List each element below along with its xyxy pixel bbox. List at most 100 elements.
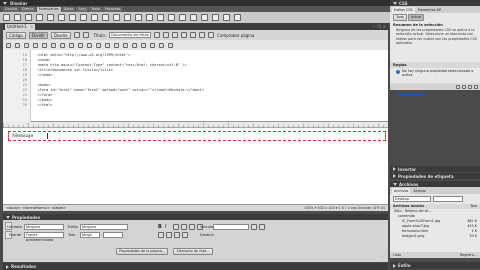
minimize-icon[interactable]: ‒	[373, 24, 376, 29]
collapse-selection-icon[interactable]	[33, 42, 38, 48]
tab-assets[interactable]: Activos	[411, 188, 427, 194]
syntax-coloring-icon[interactable]	[96, 42, 101, 48]
inspect-icon[interactable]	[82, 32, 89, 38]
apply-comment-icon[interactable]	[105, 42, 110, 48]
tab-files[interactable]: Archivos	[392, 188, 411, 194]
show-code-nav-icon[interactable]	[15, 42, 20, 48]
visual-aids-icon[interactable]	[190, 32, 197, 38]
tab-css-styles[interactable]: Estilos CSS	[392, 7, 415, 13]
align-left-icon[interactable]	[158, 232, 164, 238]
close-tab-icon[interactable]: ×	[30, 24, 33, 29]
ordered-list-icon[interactable]	[181, 224, 187, 230]
page-title-input[interactable]: Documento sin título	[109, 32, 152, 38]
results-panel-header[interactable]: Resultados	[3, 263, 388, 270]
code-view[interactable]: 15 <html xmlns="http://www.w3.org/1999/x…	[3, 50, 388, 122]
image-field-icon[interactable]	[113, 14, 120, 21]
restore-icon[interactable]: ❐	[377, 24, 381, 29]
insert-mode-label[interactable]: Diseñar	[10, 1, 27, 6]
italic-button[interactable]: I	[165, 224, 166, 230]
delete-rule-icon[interactable]	[474, 85, 478, 89]
spry-textarea-icon[interactable]	[179, 14, 186, 21]
design-view[interactable]: Mensaje	[3, 128, 388, 204]
spry-radio-icon[interactable]	[234, 14, 241, 21]
radio-icon[interactable]	[69, 14, 76, 21]
form-icon[interactable]	[3, 14, 10, 21]
file-field-icon[interactable]	[124, 14, 131, 21]
fieldset-icon[interactable]	[157, 14, 164, 21]
select-parent-icon[interactable]	[51, 42, 56, 48]
unordered-list-icon[interactable]	[173, 224, 179, 230]
text-field-icon[interactable]	[14, 14, 21, 21]
bold-button[interactable]: B	[158, 224, 162, 230]
collapse-triangle-icon[interactable]	[3, 1, 7, 5]
point-to-file-icon[interactable]	[251, 224, 257, 230]
close-icon[interactable]: ×	[383, 24, 386, 29]
check-page-button[interactable]: Comprobar página	[217, 33, 254, 38]
view-options-icon[interactable]	[181, 32, 188, 38]
open-docs-icon[interactable]	[6, 42, 11, 48]
spry-password-icon[interactable]	[212, 14, 219, 21]
hidden-field-icon[interactable]	[25, 14, 32, 21]
recent-snippets-icon[interactable]	[132, 42, 137, 48]
check-compat-icon[interactable]	[208, 32, 215, 38]
spry-checkbox-icon[interactable]	[190, 14, 197, 21]
move-css-icon[interactable]	[141, 42, 146, 48]
live-view-icon[interactable]	[73, 32, 80, 38]
spry-confirm-icon[interactable]	[223, 14, 230, 21]
add-property-link[interactable]: Añadir propiedad	[390, 89, 480, 95]
select-icon[interactable]	[91, 14, 98, 21]
spry-select-icon[interactable]	[201, 14, 208, 21]
all-button[interactable]: Todo	[393, 14, 407, 21]
size-select[interactable]: Ningu	[80, 232, 100, 238]
browse-folder-icon[interactable]	[259, 224, 265, 230]
line-numbers-icon[interactable]	[69, 42, 74, 48]
format-source-icon[interactable]	[168, 42, 173, 48]
align-right-icon[interactable]	[174, 232, 180, 238]
spry-text-icon[interactable]	[168, 14, 175, 21]
bottom-panel-header[interactable]: Estilo	[390, 262, 480, 269]
design-view-button[interactable]: Diseño	[50, 31, 71, 39]
refresh-icon[interactable]	[172, 32, 179, 38]
validate-icon[interactable]	[199, 32, 206, 38]
expand-all-icon[interactable]	[42, 42, 47, 48]
list-item-button[interactable]: Elemento de lista...	[173, 248, 213, 255]
balance-braces-icon[interactable]	[60, 42, 65, 48]
tab-ap-elements[interactable]: Elementos AP	[416, 7, 443, 13]
file-management-icon[interactable]	[154, 32, 161, 38]
site-select[interactable]: Desktop	[393, 196, 431, 202]
justify-icon[interactable]	[182, 232, 188, 238]
view-select[interactable]	[433, 196, 463, 202]
page-properties-button[interactable]: Propiedades de la página...	[116, 248, 168, 255]
font-select[interactable]: Fuente predeterminada	[24, 232, 64, 242]
edit-rule-icon[interactable]	[468, 85, 472, 89]
split-view-button[interactable]: Dividir	[28, 31, 48, 39]
label-icon[interactable]	[146, 14, 153, 21]
file-item[interactable]: Imagen1.png 39 K	[390, 234, 480, 239]
indent-icon[interactable]	[150, 42, 155, 48]
outdent-icon[interactable]	[159, 42, 164, 48]
style-select[interactable]: Ninguno	[80, 224, 128, 230]
highlight-invalid-icon[interactable]	[78, 42, 83, 48]
code-view-button[interactable]: Código	[6, 31, 26, 39]
attach-stylesheet-icon[interactable]	[456, 85, 460, 89]
jump-menu-icon[interactable]	[102, 14, 109, 21]
align-center-icon[interactable]	[166, 232, 172, 238]
button-icon[interactable]	[135, 14, 142, 21]
collapse-tag-icon[interactable]	[24, 42, 29, 48]
new-rule-icon[interactable]	[462, 85, 466, 89]
checkbox-icon[interactable]	[47, 14, 54, 21]
remove-comment-icon[interactable]	[114, 42, 119, 48]
format-select[interactable]: Ninguno	[24, 224, 64, 230]
design-label[interactable]: Mensaje	[12, 133, 33, 139]
collapse-props-icon[interactable]	[381, 256, 385, 259]
insert-panel-header[interactable]: Insertar	[390, 166, 480, 172]
checkbox-group-icon[interactable]	[58, 14, 65, 21]
wrap-tag-icon[interactable]	[123, 42, 128, 48]
radio-group-icon[interactable]	[80, 14, 87, 21]
tag-props-header[interactable]: Propiedades de etiqueta	[390, 173, 480, 179]
link-input[interactable]	[213, 224, 249, 230]
tag-selector[interactable]: <body> <form#form1> <label>	[6, 206, 66, 210]
preview-browser-icon[interactable]	[163, 32, 170, 38]
current-button[interactable]: Actual	[407, 14, 425, 21]
textarea-icon[interactable]	[36, 14, 43, 21]
